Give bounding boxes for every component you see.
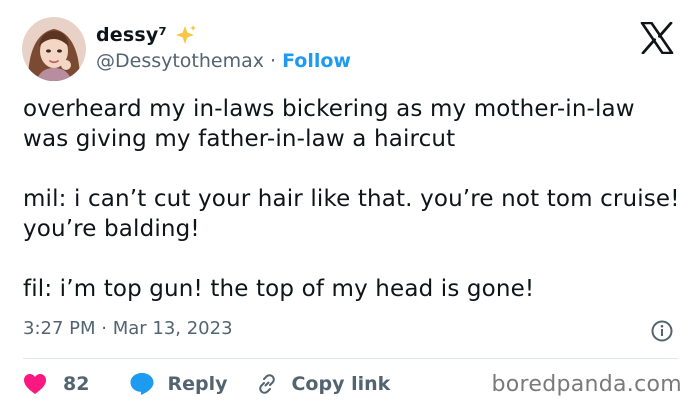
- separator-dot: ·: [270, 50, 277, 72]
- action-bar: 82 Reply Copy link: [23, 370, 390, 398]
- display-name[interactable]: dessy⁷: [96, 24, 167, 46]
- tweet-paragraph: overheard my in-laws bickering as my mot…: [23, 96, 635, 152]
- author-handle[interactable]: @Dessytothemax: [96, 50, 264, 72]
- info-icon[interactable]: [650, 319, 674, 343]
- follow-button[interactable]: Follow: [282, 50, 351, 72]
- copy-link-button[interactable]: Copy link: [255, 372, 390, 396]
- reply-label: Reply: [167, 373, 228, 395]
- link-icon: [255, 372, 279, 396]
- x-logo-icon[interactable]: [640, 21, 674, 55]
- author-name-row: dessy⁷: [96, 22, 197, 48]
- tweet-paragraph: mil: i can’t cut your hair like that. yo…: [23, 186, 680, 242]
- reply-bubble-icon: [129, 372, 155, 396]
- copy-link-label: Copy link: [291, 373, 391, 395]
- sparkles-icon: [175, 24, 197, 46]
- handle-row: @Dessytothemax · Follow: [96, 50, 351, 72]
- divider: [23, 358, 678, 359]
- watermark-logo: boredpanda.com: [491, 372, 682, 397]
- avatar[interactable]: [22, 17, 86, 81]
- tweet-paragraph: fil: i’m top gun! the top of my head is …: [23, 276, 535, 302]
- heart-icon: [23, 373, 47, 395]
- reply-button[interactable]: Reply: [129, 372, 227, 396]
- tweet-timestamp[interactable]: 3:27 PM · Mar 13, 2023: [23, 318, 233, 339]
- like-count: 82: [63, 373, 90, 395]
- like-button[interactable]: 82: [23, 373, 89, 395]
- tweet-text: overheard my in-laws bickering as my mot…: [23, 94, 683, 304]
